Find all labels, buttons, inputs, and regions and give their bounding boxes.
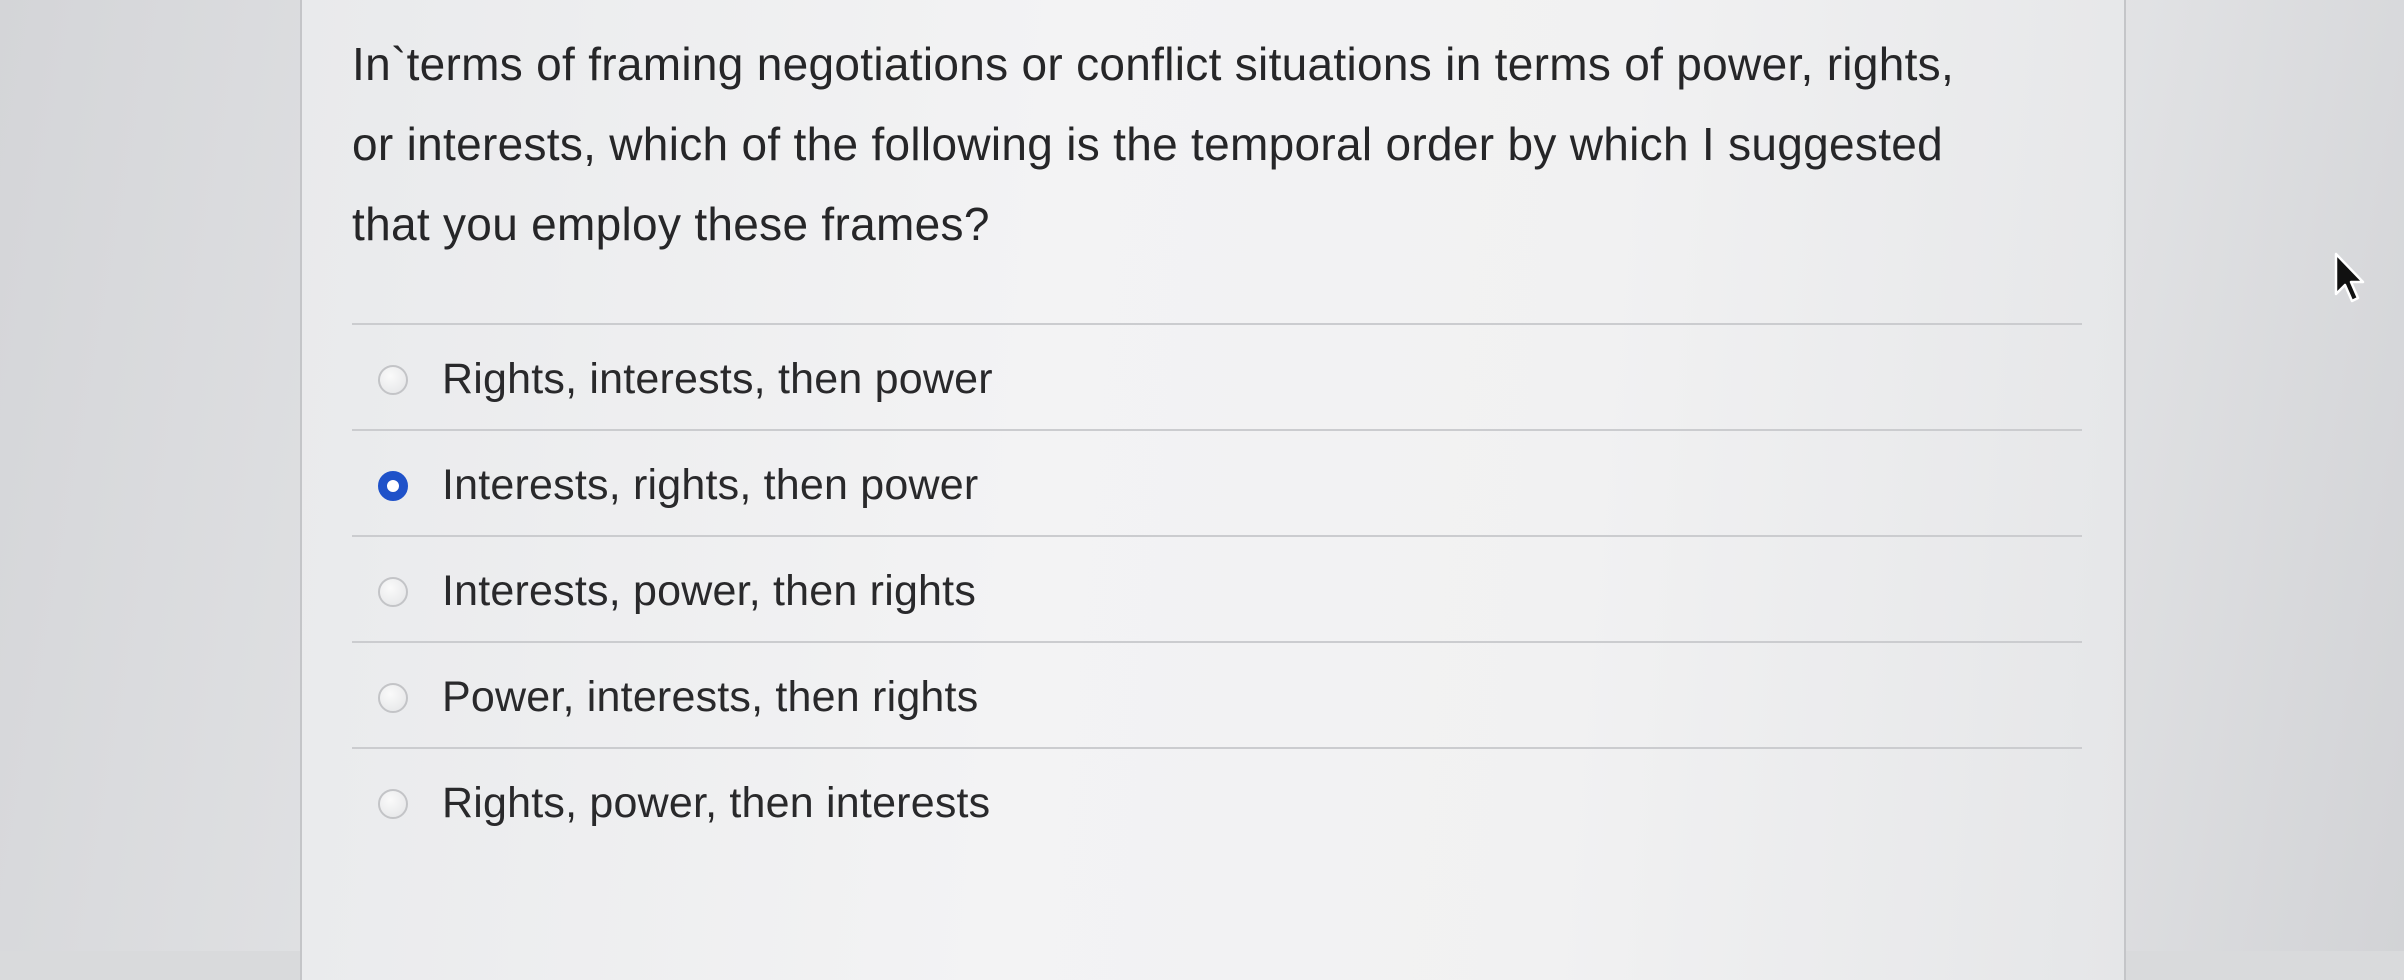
radio-button-1[interactable] — [378, 365, 408, 395]
question-card: In`terms of framing negotiations or conf… — [300, 0, 2126, 980]
answer-label-4: Power, interests, then rights — [442, 673, 979, 721]
radio-button-5[interactable] — [378, 789, 408, 819]
answer-option-2[interactable]: Interests, rights, then power — [352, 431, 2082, 537]
answer-option-1[interactable]: Rights, interests, then power — [352, 325, 2082, 431]
screen-background: In`terms of framing negotiations or conf… — [0, 0, 2404, 980]
answer-label-5: Rights, power, then interests — [442, 779, 991, 827]
mouse-pointer-icon — [2334, 252, 2365, 303]
radio-button-3[interactable] — [378, 577, 408, 607]
answer-label-1: Rights, interests, then power — [442, 355, 993, 403]
answer-option-5[interactable]: Rights, power, then interests — [352, 749, 2082, 855]
radio-button-4[interactable] — [378, 683, 408, 713]
answer-list: Rights, interests, then power Interests,… — [352, 323, 2082, 855]
question-text: In`terms of framing negotiations or conf… — [352, 38, 1955, 250]
radio-button-2-selected[interactable] — [378, 471, 408, 501]
answer-option-4[interactable]: Power, interests, then rights — [352, 643, 2082, 749]
answer-label-2: Interests, rights, then power — [442, 461, 979, 509]
answer-label-3: Interests, power, then rights — [442, 567, 977, 615]
answer-option-3[interactable]: Interests, power, then rights — [352, 537, 2082, 643]
